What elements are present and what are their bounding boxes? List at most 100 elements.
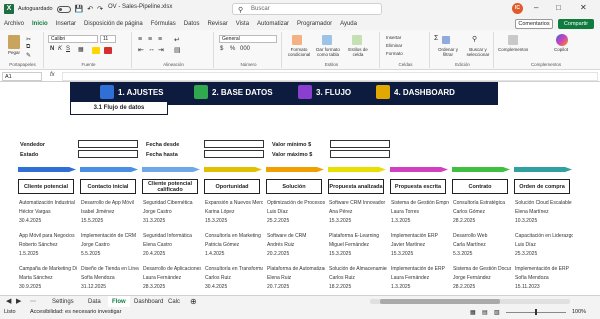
card-person[interactable]: Carla Martínez — [453, 242, 511, 248]
card-title[interactable]: Implementación de ERP — [391, 266, 449, 272]
card-title[interactable]: Solución de Almacenamiento — [329, 266, 387, 272]
card-date[interactable]: 20.2.2025 — [267, 251, 325, 257]
card-date[interactable]: 25.3.2025 — [515, 251, 573, 257]
card-title[interactable]: Software de CRM — [267, 233, 325, 239]
card-person[interactable]: Elena Castro — [143, 242, 201, 248]
filter-date-to-input[interactable] — [204, 150, 264, 158]
stage-header[interactable]: Oportunidad — [204, 179, 260, 194]
stage-header[interactable]: Contacto inicial — [80, 179, 136, 194]
card-title[interactable]: Expansión a Nuevos Mercados — [205, 200, 263, 206]
card-person[interactable]: Jorge Castro — [81, 242, 139, 248]
card-title[interactable]: Sistema de Gestión Documental — [453, 266, 511, 272]
card-date[interactable]: 5.3.2025 — [453, 251, 511, 257]
redo-icon[interactable]: ↷ — [97, 5, 103, 13]
card-title[interactable]: Seguridad Informática — [143, 233, 201, 239]
card-date[interactable]: 1.3.2025 — [391, 218, 449, 224]
card-date[interactable]: 28.2.2025 — [453, 284, 511, 290]
stage-header[interactable]: Propuesta analizada — [328, 179, 384, 194]
stage-header[interactable]: Cliente potencial calificado — [142, 179, 198, 194]
card-date[interactable]: 10.3.2025 — [515, 218, 573, 224]
card-date[interactable]: 1.5.2025 — [19, 251, 77, 257]
card-person[interactable]: Sofía Mendoza — [515, 275, 573, 281]
merge-icon[interactable]: ▤ — [174, 46, 181, 54]
card-person[interactable]: Andrés Ruiz — [267, 242, 325, 248]
stage-header[interactable]: Cliente potencial — [18, 179, 74, 194]
card-person[interactable]: Laura Fernández — [391, 275, 449, 281]
search-box[interactable]: ⚲ Buscar — [232, 3, 382, 15]
align-center-icon[interactable]: ↔ — [148, 46, 155, 53]
align-bottom-icon[interactable]: ≡ — [158, 36, 162, 43]
addins-icon[interactable] — [508, 35, 518, 45]
horizontal-scrollbar[interactable] — [370, 299, 570, 304]
menu-insert[interactable]: Insertar — [52, 18, 80, 30]
card-title[interactable]: Diseño de Tienda en Línea — [81, 266, 139, 272]
card-title[interactable]: Consultoría Estratégica — [453, 200, 511, 206]
menu-home[interactable]: Inicio — [28, 18, 52, 31]
stage-header[interactable]: Orden de compra — [514, 179, 570, 194]
addins-label[interactable]: Complementos — [498, 47, 528, 52]
menu-help[interactable]: Ayuda — [336, 18, 361, 30]
align-middle-icon[interactable]: ≡ — [148, 36, 152, 43]
name-box[interactable]: A1 — [2, 72, 42, 81]
card-date[interactable]: 30.4.2025 — [19, 218, 77, 224]
card-title[interactable]: Consultoría en Transformación Digital — [205, 266, 263, 272]
autosum-icon[interactable]: Σ — [434, 35, 438, 42]
menu-view[interactable]: Vista — [232, 18, 253, 30]
menu-formulas[interactable]: Fórmulas — [147, 18, 180, 30]
copy-icon[interactable]: ⧉ — [26, 44, 30, 51]
card-person[interactable]: Jorge Fernández — [453, 275, 511, 281]
card-date[interactable]: 30.9.2025 — [19, 284, 77, 290]
autosave-toggle[interactable] — [56, 5, 71, 13]
delete-cells-button[interactable]: Eliminar — [386, 43, 402, 48]
card-date[interactable]: 15.3.2025 — [391, 251, 449, 257]
card-person[interactable]: Elena Ruiz — [267, 275, 325, 281]
card-person[interactable]: Sofía Mendoza — [81, 275, 139, 281]
card-person[interactable]: Isabel Jiménez — [81, 209, 139, 215]
banner-step-4[interactable]: 4. DASHBOARD — [376, 84, 455, 100]
card-date[interactable]: 15.3.2025 — [329, 251, 387, 257]
italic-icon[interactable]: K — [58, 46, 62, 52]
save-icon[interactable]: 💾 — [75, 5, 84, 13]
menu-file[interactable]: Archivo — [0, 18, 28, 30]
align-right-icon[interactable]: ⇥ — [158, 46, 164, 54]
view-normal-icon[interactable]: ▦ — [470, 309, 476, 316]
view-layout-icon[interactable]: ▤ — [482, 309, 488, 316]
card-title[interactable]: Desarrollo de App Móvil — [81, 200, 139, 206]
share-button[interactable]: Compartir — [558, 19, 594, 29]
bold-icon[interactable]: N — [50, 46, 54, 52]
card-person[interactable]: Luis Díaz — [515, 242, 573, 248]
format-cells-button[interactable]: Formato — [386, 51, 403, 56]
menu-developer[interactable]: Programador — [293, 18, 336, 30]
card-person[interactable]: Carlos Ruiz — [205, 275, 263, 281]
sort-filter-label[interactable]: Ordenar y filtrar — [434, 47, 462, 57]
cell-styles-label[interactable]: Estilos de celda — [344, 47, 372, 57]
currency-icon[interactable]: $ — [220, 46, 223, 52]
sheet-area[interactable]: 1. AJUSTES 2. BASE DATOS 3. FLUJO 4. DAS… — [0, 82, 600, 295]
banner-step-3[interactable]: 3. FLUJO — [298, 84, 351, 100]
percent-icon[interactable]: % — [230, 46, 235, 52]
subtab-flow[interactable]: 3.1 Flujo de datos — [70, 102, 168, 115]
paste-label[interactable]: Pegar — [8, 50, 20, 55]
menu-automate[interactable]: Automatizar — [253, 18, 293, 30]
comments-button[interactable]: Comentarios — [515, 19, 553, 29]
card-title[interactable]: App Móvil para Negocios — [19, 233, 77, 239]
card-title[interactable]: Desarrollo Web — [453, 233, 511, 239]
card-title[interactable]: Solución Cloud Escalable — [515, 200, 573, 206]
card-title[interactable]: Implementación ERP — [391, 233, 449, 239]
card-person[interactable]: Elena Martínez — [515, 209, 573, 215]
minimize-icon[interactable]: – — [534, 3, 538, 12]
card-person[interactable]: Ana Pérez — [329, 209, 387, 215]
card-date[interactable]: 20.4.2025 — [143, 251, 201, 257]
card-person[interactable]: Laura Torres — [391, 209, 449, 215]
format-painter-icon[interactable]: ✎ — [26, 52, 31, 59]
format-table-icon[interactable] — [322, 35, 332, 45]
card-date[interactable]: 31.3.2025 — [143, 218, 201, 224]
align-left-icon[interactable]: ⇤ — [138, 46, 144, 54]
find-select-label[interactable]: Buscar y seleccionar — [463, 47, 493, 57]
zoom-level[interactable]: 100% — [572, 309, 586, 315]
card-person[interactable]: Carlos Gómez — [453, 209, 511, 215]
insert-cells-button[interactable]: Insertar — [386, 35, 401, 40]
card-person[interactable]: Roberto Sánchez — [19, 242, 77, 248]
font-size-select[interactable]: 11 — [100, 35, 116, 43]
banner-step-1[interactable]: 1. AJUSTES — [100, 84, 164, 100]
